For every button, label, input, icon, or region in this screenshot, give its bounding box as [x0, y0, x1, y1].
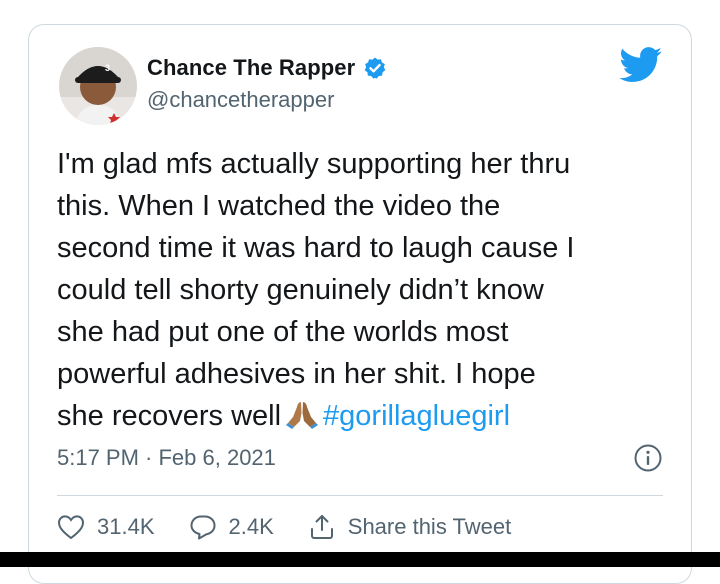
- hashtag-link[interactable]: #gorillagluegirl: [323, 400, 510, 432]
- bottom-bar: [0, 552, 720, 567]
- tweet-text-line: she had put one of the worlds most: [57, 316, 509, 348]
- twitter-bird-icon[interactable]: [619, 47, 663, 83]
- tweet-card[interactable]: 3 Chance The Rapper @chancetherapper I'm…: [28, 24, 692, 584]
- tweet-text-last-line: she recovers well #gorillagluegirl: [57, 395, 667, 441]
- share-button[interactable]: Share this Tweet: [308, 513, 511, 541]
- tweet-text: I'm glad mfs actually supporting her thr…: [57, 143, 667, 441]
- verified-badge-icon: [363, 56, 387, 80]
- like-button[interactable]: 31.4K: [57, 514, 155, 540]
- tweet-text-line: powerful adhesives in her shit. I hope: [57, 358, 536, 390]
- folded-hands-emoji-icon: [285, 399, 319, 441]
- heart-icon: [57, 514, 85, 540]
- reply-count: 2.4K: [228, 514, 274, 539]
- reply-button[interactable]: 2.4K: [189, 514, 274, 540]
- share-label: Share this Tweet: [347, 514, 512, 539]
- svg-text:3: 3: [105, 63, 110, 73]
- tweet-text-line: second time it was hard to laugh cause I: [57, 232, 575, 264]
- tweet-timestamp[interactable]: 5:17 PM · Feb 6, 2021: [57, 445, 276, 471]
- share-upload-icon: [308, 513, 336, 541]
- like-count: 31.4K: [97, 514, 155, 539]
- tweet-text-line: could tell shorty genuinely didn’t know: [57, 274, 544, 306]
- tweet-actions: 31.4K 2.4K Share this Tweet: [57, 513, 545, 541]
- avatar[interactable]: 3: [59, 47, 137, 125]
- display-name[interactable]: Chance The Rapper: [147, 55, 355, 81]
- tweet-text-segment: she recovers well: [57, 400, 282, 432]
- tweet-text-line: this. When I watched the video the: [57, 190, 501, 222]
- divider: [57, 495, 663, 496]
- user-handle[interactable]: @chancetherapper: [147, 87, 334, 113]
- tweet-text-line: I'm glad mfs actually supporting her thr…: [57, 148, 571, 180]
- reply-bubble-icon: [189, 514, 217, 540]
- info-icon[interactable]: [633, 443, 663, 473]
